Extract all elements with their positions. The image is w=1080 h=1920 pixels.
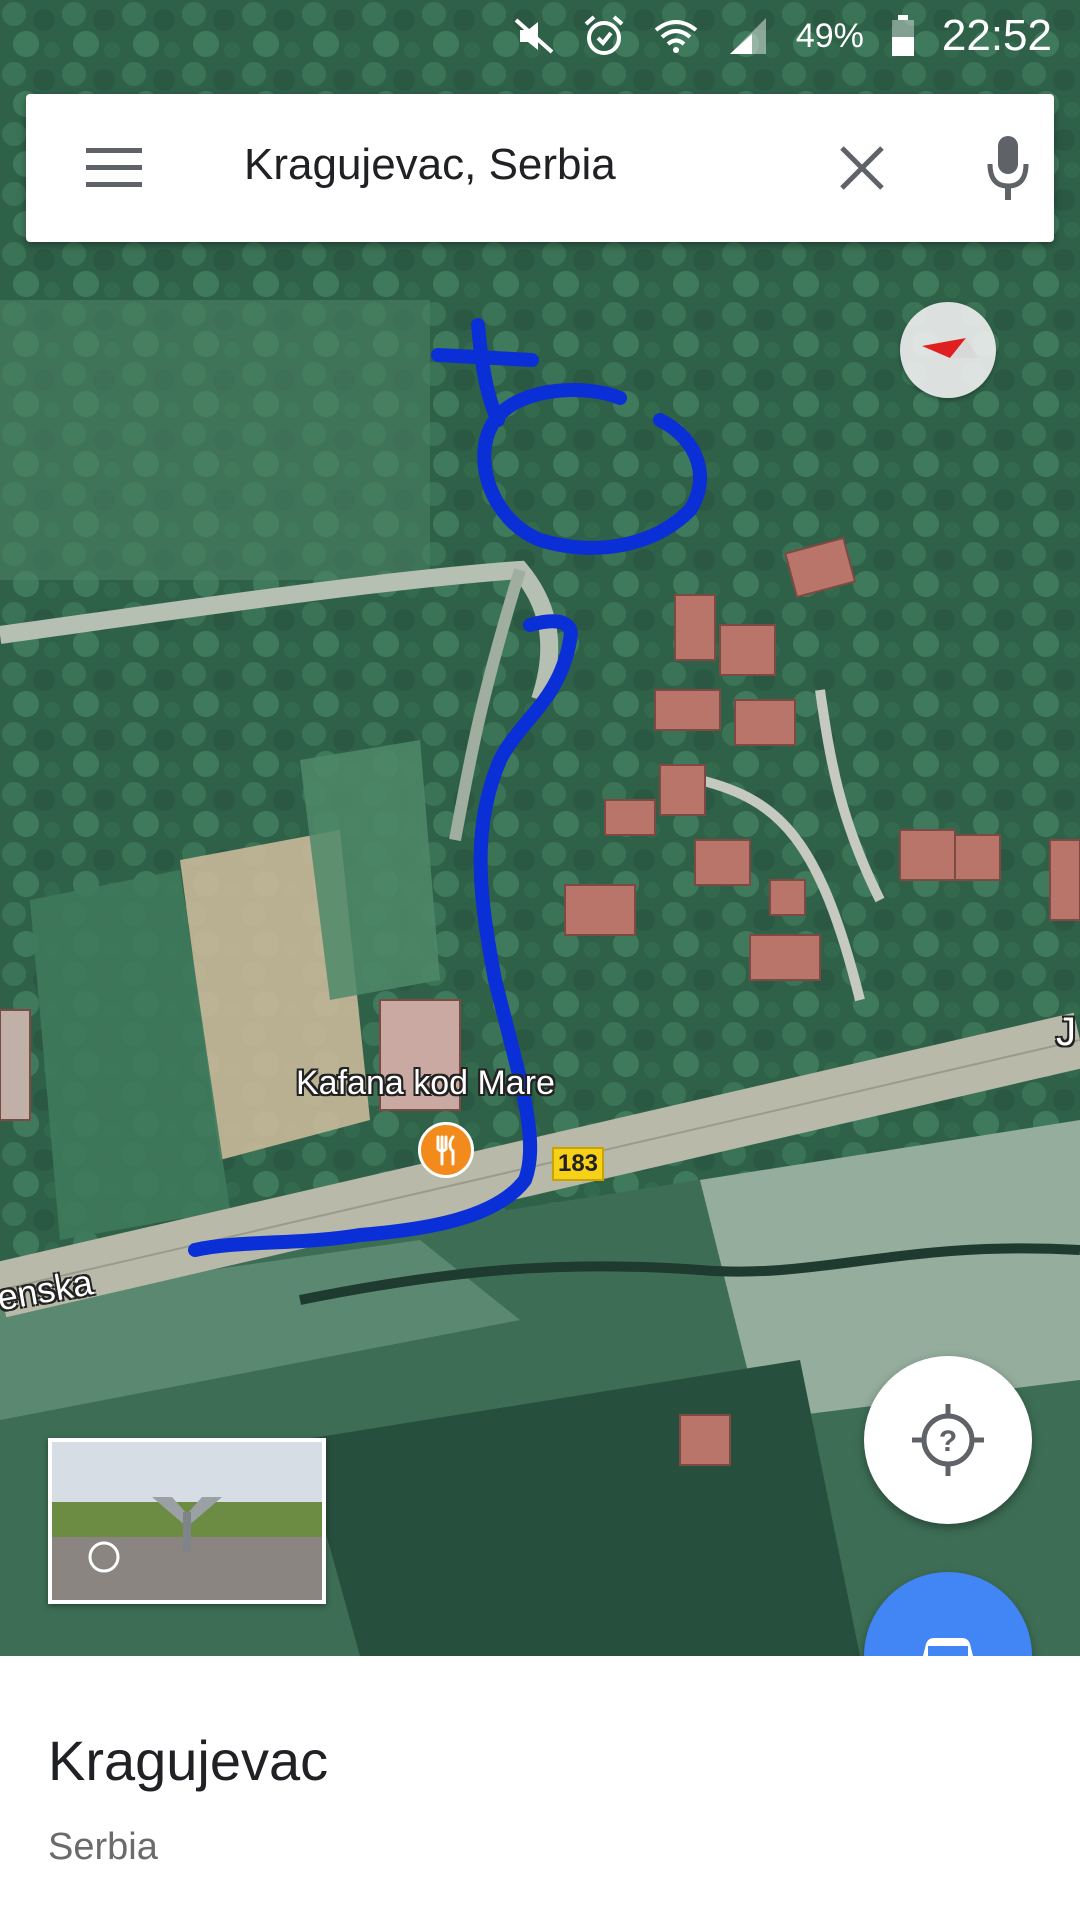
wifi-icon [654, 20, 698, 53]
place-subtitle: Serbia [48, 1826, 158, 1868]
place-info-sheet[interactable]: Kragujevac Serbia [0, 1656, 1080, 1920]
close-icon[interactable] [836, 142, 888, 194]
street-view-thumbnail[interactable] [48, 1438, 326, 1604]
signal-icon [729, 18, 766, 54]
battery-icon [891, 15, 914, 56]
my-location-unknown-icon: ? [912, 1404, 984, 1476]
edge-map-label: J [1056, 1010, 1076, 1054]
status-bar: 49% 22:52 [0, 0, 1080, 72]
battery-percent: 49% [795, 16, 864, 55]
compass-button[interactable] [900, 302, 996, 398]
search-bar[interactable]: Kragujevac, Serbia [26, 94, 1054, 242]
compass-icon [922, 338, 978, 358]
road-number-shield: 183 [552, 1147, 604, 1181]
menu-icon[interactable] [82, 144, 146, 192]
place-title: Kragujevac [48, 1729, 329, 1792]
search-query[interactable]: Kragujevac, Serbia [244, 140, 616, 190]
microphone-icon[interactable] [984, 132, 1032, 204]
svg-text:?: ? [939, 1425, 957, 1458]
poi-label[interactable]: Kafana kod Mare [296, 1064, 555, 1103]
mute-icon [514, 18, 554, 54]
alarm-icon [584, 15, 624, 55]
my-location-button[interactable]: ? [864, 1356, 1032, 1524]
clock: 22:52 [941, 11, 1052, 60]
restaurant-icon[interactable] [418, 1122, 474, 1178]
